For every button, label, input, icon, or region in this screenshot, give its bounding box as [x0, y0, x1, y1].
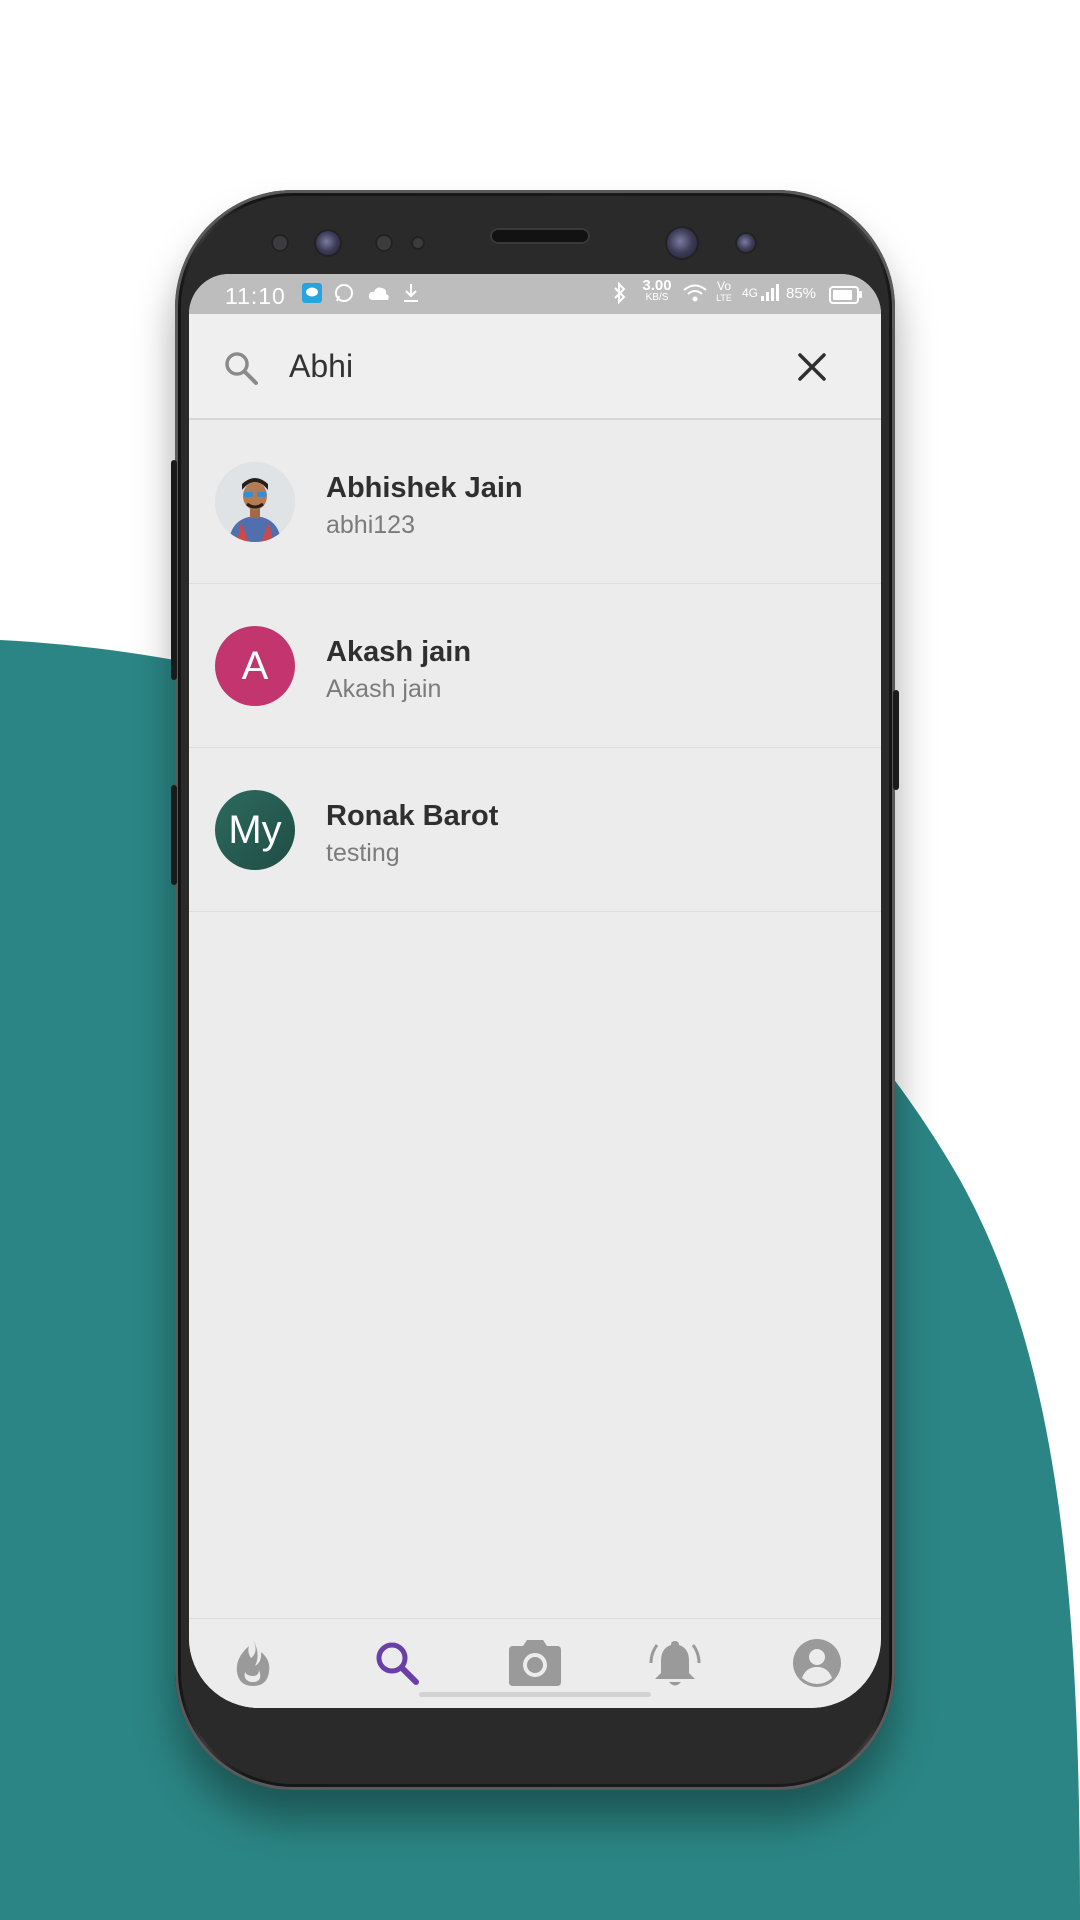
search-icon	[225, 352, 258, 385]
network-speed: 3.00 KB/S	[637, 277, 677, 304]
search-icon	[376, 1642, 419, 1685]
notification-bell-icon	[649, 1641, 701, 1686]
signal-icon: 4G	[741, 282, 781, 304]
ambient-sensor	[411, 236, 425, 250]
search-results-list: Abhishek Jain abhi123 A Akash jain Akash…	[189, 420, 881, 912]
cloud-icon	[367, 282, 391, 304]
result-subtitle: testing	[326, 839, 400, 867]
message-app-icon	[301, 282, 323, 304]
earpiece-speaker	[490, 228, 590, 244]
phone-screen: 11:10 3.00 KB/S Vo LTE 4G 85% Abhi Abhis…	[189, 274, 881, 1708]
network-speed-value: 3.00	[642, 277, 672, 294]
nav-camera[interactable]	[505, 1635, 565, 1691]
wifi-icon	[681, 282, 709, 304]
nav-profile[interactable]	[787, 1635, 847, 1691]
avatar-initials: A	[241, 643, 269, 688]
result-subtitle: abhi123	[326, 511, 415, 539]
result-name: Ronak Barot	[326, 800, 499, 832]
avatar: My	[215, 790, 295, 870]
flame-icon	[236, 1640, 270, 1686]
proximity-sensor	[271, 234, 289, 252]
front-camera-icon	[665, 226, 699, 260]
iris-camera-icon	[735, 232, 757, 254]
result-name: Akash jain	[326, 636, 472, 668]
result-name: Abhishek Jain	[326, 472, 523, 504]
result-subtitle: Akash jain	[326, 675, 442, 703]
nav-notifications[interactable]	[645, 1635, 705, 1691]
profile-icon	[793, 1639, 841, 1687]
list-item[interactable]: A Akash jain Akash jain	[189, 584, 881, 748]
status-bar: 11:10 3.00 KB/S Vo LTE 4G 85%	[189, 274, 881, 314]
search-input[interactable]	[289, 338, 759, 394]
volte-top: Vo	[716, 279, 731, 293]
list-item[interactable]: My Ronak Barot testing	[189, 748, 881, 912]
close-icon[interactable]	[795, 350, 829, 384]
status-time: 11:10	[225, 283, 286, 309]
battery-fill	[833, 290, 852, 300]
nav-flame[interactable]	[223, 1635, 283, 1691]
home-indicator	[419, 1692, 651, 1697]
iris-sensor-icon	[314, 229, 342, 257]
download-icon	[401, 282, 421, 304]
phone-frame: 11:10 3.00 KB/S Vo LTE 4G 85% Abhi Abhis…	[171, 190, 899, 1790]
nav-search[interactable]	[367, 1635, 427, 1691]
light-sensor	[375, 234, 393, 252]
volte-icon: Vo LTE	[711, 280, 737, 304]
avatar	[215, 462, 295, 542]
battery-percent: 85%	[786, 285, 817, 302]
signal-label: 4G	[741, 286, 758, 300]
canvas: 11:10 3.00 KB/S Vo LTE 4G 85% Abhi Abhis…	[0, 0, 1080, 1920]
camera-icon	[509, 1640, 561, 1686]
list-item[interactable]: Abhishek Jain abhi123	[189, 420, 881, 584]
avatar: A	[215, 626, 295, 706]
bluetooth-icon	[609, 282, 631, 304]
volte-bottom: LTE	[716, 293, 732, 303]
whatsapp-icon	[333, 282, 355, 304]
search-bar	[189, 314, 881, 420]
power-button	[893, 690, 899, 790]
user-photo-icon	[215, 462, 295, 542]
battery-icon	[829, 286, 862, 304]
bixby-button	[171, 785, 177, 885]
volume-button	[171, 460, 177, 680]
avatar-initials: My	[228, 807, 282, 852]
